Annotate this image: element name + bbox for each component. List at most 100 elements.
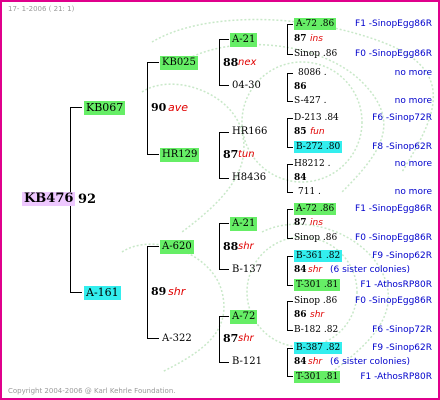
gen2-1-year: 88 xyxy=(223,56,239,69)
gen3-5-name[interactable]: A-21 xyxy=(230,217,258,231)
gen3-1-name[interactable]: A-21 xyxy=(230,33,258,47)
gen2-4-race: shr xyxy=(238,333,254,344)
gen1-top-name[interactable]: KB067 xyxy=(84,101,126,115)
gen3-3-name[interactable]: HR166 xyxy=(232,126,267,138)
queen-name[interactable]: KB476 xyxy=(22,192,76,206)
connector-line xyxy=(147,62,159,63)
gen4-name: 86 xyxy=(294,310,307,320)
gen2-2-race: tun xyxy=(238,149,255,160)
gen2-3-name[interactable]: A-620 xyxy=(160,240,194,254)
gen4-name[interactable]: T-301 .81 xyxy=(294,279,341,291)
gen1-top-race: ave xyxy=(168,101,189,114)
gen4-name: 84 xyxy=(294,173,307,183)
gen4-race: shr xyxy=(310,310,325,320)
gen2-4-year: 87 xyxy=(223,332,239,345)
gen4-race: shr xyxy=(308,265,323,275)
gen2-2-name[interactable]: HR129 xyxy=(160,148,200,162)
connector-line xyxy=(287,301,288,330)
connector-line xyxy=(287,285,293,286)
connector-line xyxy=(287,256,293,257)
connector-line xyxy=(219,316,220,362)
gen4-breeder: F9 -Sinop62R xyxy=(372,343,432,353)
gen1-bottom-name[interactable]: A-161 xyxy=(84,286,121,300)
gen3-6-name[interactable]: B-137 xyxy=(232,264,262,276)
gen4-name: 87 xyxy=(294,218,307,228)
gen2-4-name[interactable]: A-322 xyxy=(162,333,192,345)
gen4-name: 84 xyxy=(294,265,307,275)
gen4-breeder: F1 -SinopEgg86R xyxy=(355,204,432,214)
gen4-race: ins xyxy=(310,34,323,44)
connector-line xyxy=(287,118,288,147)
connector-line xyxy=(287,192,293,193)
connector-line xyxy=(219,223,220,269)
gen4-name[interactable]: T-301 .81 xyxy=(294,371,341,383)
gen1-bottom-race: shr xyxy=(168,285,186,298)
gen4-breeder: F0 -SinopEgg86R xyxy=(355,49,432,59)
queen-year: 92 xyxy=(78,192,97,207)
gen4-name[interactable]: A-72 .86 xyxy=(294,203,337,215)
connector-line xyxy=(219,132,229,133)
connector-line xyxy=(287,256,288,285)
gen4-breeder: F6 -Sinop72R xyxy=(372,113,432,123)
gen4-name[interactable]: D-213 .84 xyxy=(294,112,339,124)
connector-line xyxy=(147,62,148,155)
pedigree-frame: 17- 1-2006 ( 21: 1) Copyright 2004-2006 … xyxy=(0,0,440,400)
gen2-3-year: 88 xyxy=(223,240,239,253)
gen4-breeder: F1 -AthosRP80R xyxy=(360,280,432,290)
connector-line xyxy=(287,24,288,54)
connector-line xyxy=(287,147,293,148)
gen2-2-year: 87 xyxy=(223,148,239,161)
connector-line xyxy=(287,73,288,101)
gen4-race: fun xyxy=(310,127,325,137)
gen4-name[interactable]: 711 . xyxy=(298,186,321,198)
connector-line xyxy=(219,85,229,86)
gen4-race: ins xyxy=(310,218,323,228)
connector-line xyxy=(219,39,220,85)
gen4-note: (6 sister colonies) xyxy=(330,265,411,275)
gen3-7-name[interactable]: A-72 xyxy=(230,310,258,324)
gen4-name[interactable]: 8086 . xyxy=(298,67,327,79)
connector-line xyxy=(287,54,293,55)
connector-line xyxy=(287,330,293,331)
connector-line xyxy=(219,362,229,363)
connector-line xyxy=(219,223,229,224)
gen4-name[interactable]: B-361 .82 xyxy=(294,250,343,262)
gen4-name: 84 xyxy=(294,357,307,367)
gen4-breeder: F8 -Sinop62R xyxy=(372,142,432,152)
connector-line xyxy=(287,118,293,119)
footer-copyright: Copyright 2004-2006 @ Karl Kehrle Founda… xyxy=(8,387,176,395)
gen4-breeder: F1 -SinopEgg86R xyxy=(355,19,432,29)
gen4-name[interactable]: B-272 .80 xyxy=(294,141,343,153)
gen2-1-name[interactable]: KB025 xyxy=(160,56,198,70)
gen3-2-name[interactable]: 04-30 xyxy=(232,80,261,92)
gen2-3-race: shr xyxy=(238,241,254,252)
connector-line xyxy=(147,246,159,247)
connector-line xyxy=(219,269,229,270)
gen3-8-name[interactable]: B-121 xyxy=(232,356,262,368)
gen4-name[interactable]: Sinop .86 xyxy=(294,48,337,60)
connector-line xyxy=(219,132,220,178)
gen4-name[interactable]: B-387 .82 xyxy=(294,342,343,354)
gen4-name[interactable]: S-427 . xyxy=(294,95,326,107)
gen4-name[interactable]: B-182 .82 xyxy=(294,324,338,336)
gen4-name: 87 xyxy=(294,34,307,44)
connector-line xyxy=(287,238,293,239)
gen4-name[interactable]: Sinop .86 xyxy=(294,232,337,244)
connector-line xyxy=(219,316,229,317)
connector-line xyxy=(219,178,229,179)
header-date: 17- 1-2006 ( 21: 1) xyxy=(8,5,75,13)
connector-line xyxy=(287,348,288,376)
connector-line xyxy=(287,376,293,377)
gen4-name[interactable]: Sinop .86 xyxy=(294,295,337,307)
gen4-name[interactable]: H8212 . xyxy=(294,158,330,170)
connector-line xyxy=(287,73,293,74)
gen4-breeder: no more xyxy=(394,187,432,197)
gen3-4-name[interactable]: H8436 xyxy=(232,172,266,184)
gen4-name[interactable]: A-72 .86 xyxy=(294,18,337,30)
connector-line xyxy=(287,348,293,349)
connector-line xyxy=(147,246,148,339)
gen4-breeder: no more xyxy=(394,159,432,169)
connector-line xyxy=(147,338,159,339)
gen2-1-race: nex xyxy=(238,57,257,68)
connector-line xyxy=(287,164,293,165)
